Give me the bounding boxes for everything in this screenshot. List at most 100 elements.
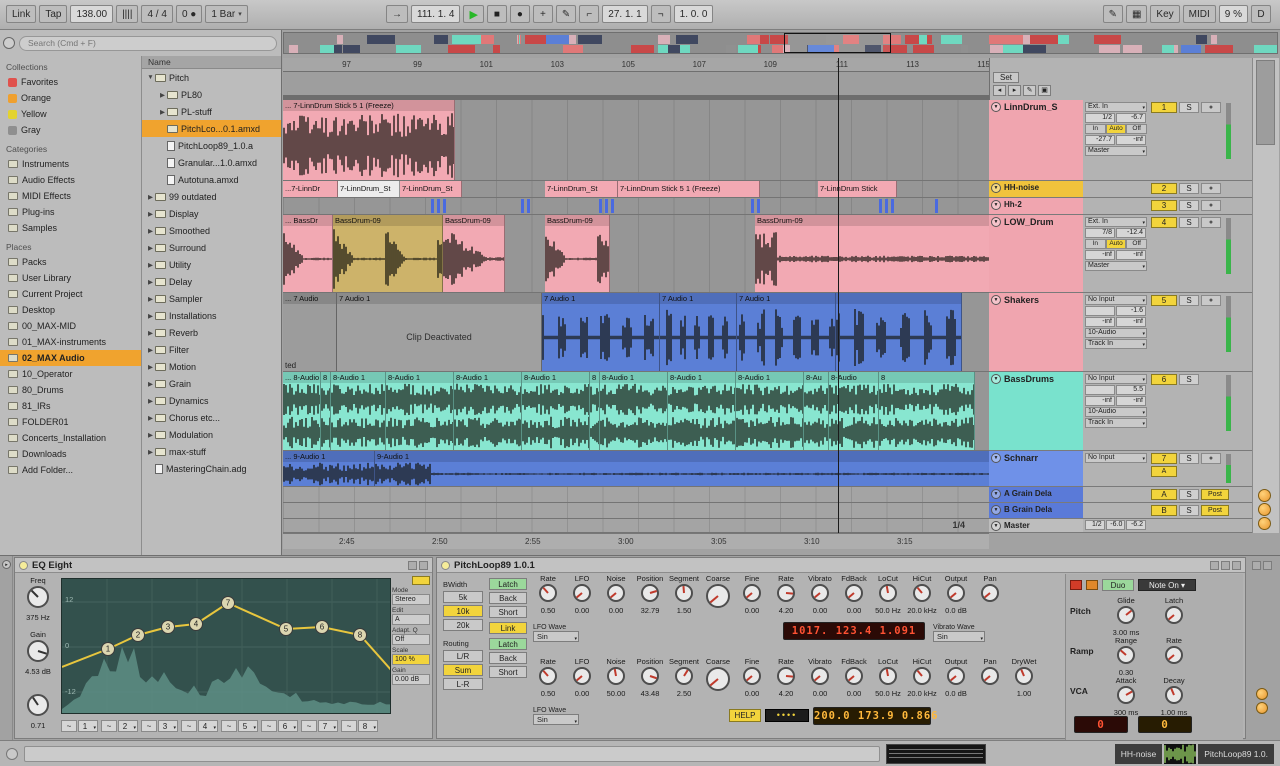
track-header-low-drum[interactable]: ▼ LOW_Drum Ext. In ▾ 7/8 -12.4 In Auto Off -inf -i…	[989, 215, 1252, 293]
link-button[interactable]: Link	[6, 5, 37, 23]
solo-button[interactable]: S	[1179, 217, 1199, 228]
arrangement-position-field[interactable]: 111. 1. 4	[411, 5, 461, 23]
knob-dial[interactable]	[641, 667, 659, 685]
knob-value[interactable]: 0.00	[735, 606, 769, 615]
track-header-a-grain-dela[interactable]: ▼ A Grain Dela A S Post	[989, 487, 1252, 503]
track-lane-linndrum-s[interactable]: ... 7-LinnDrum Stick 5 1 (Freeze)	[283, 100, 989, 181]
io-chooser-no-input[interactable]: No Input ▾	[1085, 453, 1147, 463]
knob-dial[interactable]	[811, 584, 829, 602]
value-a[interactable]	[1085, 385, 1115, 395]
sidebar-item-packs[interactable]: Packs	[0, 254, 141, 270]
tap-tempo-button[interactable]: Tap	[39, 5, 68, 23]
knob-dial[interactable]	[27, 586, 49, 608]
sidebar-item-add-folder[interactable]: Add Folder...	[0, 462, 141, 478]
clip[interactable]: 7 Audio 1	[542, 293, 660, 371]
eq-field-adapt-q[interactable]: Off	[392, 634, 430, 645]
button-l-r[interactable]: L-R	[443, 678, 483, 690]
knob-value[interactable]: 0.00	[565, 606, 599, 615]
unfold-arrow-icon[interactable]: ▼	[991, 217, 1001, 227]
clip[interactable]: 8	[321, 372, 331, 450]
track-name[interactable]: ▼ Shakers	[989, 293, 1083, 371]
overdub-button[interactable]: +	[532, 5, 553, 23]
track-number[interactable]: 1	[1151, 102, 1177, 113]
eq-field-edit[interactable]: A	[392, 614, 430, 625]
hot-swap-icon[interactable]	[408, 560, 417, 570]
knob-value[interactable]: 2.50	[667, 689, 701, 698]
crossfade-assign[interactable]: A	[1151, 466, 1177, 477]
eq-field-gain[interactable]: 0.00 dB	[392, 674, 430, 685]
band-number[interactable]: 1 ▾	[78, 720, 98, 732]
knob-dial[interactable]	[777, 584, 795, 602]
save-preset-icon[interactable]	[419, 560, 428, 570]
io-chooser-track-in[interactable]: Track In ▾	[1085, 418, 1147, 428]
sidebar-item-02-max-audio[interactable]: 02_MAX Audio	[0, 350, 141, 366]
clip[interactable]	[836, 293, 962, 371]
value-b[interactable]: 5.5	[1116, 385, 1146, 395]
value-b[interactable]: -1.6	[1116, 306, 1146, 316]
knob-dial[interactable]	[811, 667, 829, 685]
io-chooser-no-input[interactable]: No Input ▾	[1085, 374, 1147, 384]
button-sum[interactable]: Sum	[443, 664, 483, 676]
sidebar-item-samples[interactable]: Samples	[0, 220, 141, 236]
clip[interactable]: 8-Au	[804, 372, 829, 450]
unfold-arrow-icon[interactable]: ▼	[991, 521, 1001, 531]
track-header-hh-2[interactable]: ▼ Hh-2 3 S ●	[989, 198, 1252, 215]
tree-item-filter[interactable]: ▶ Filter	[142, 341, 281, 358]
monitor-in[interactable]: In	[1085, 239, 1106, 249]
tree-item-pl80[interactable]: ▶ PL80	[142, 86, 281, 103]
arm-button[interactable]: ●	[1201, 217, 1221, 228]
monitor-off[interactable]: Off	[1126, 124, 1148, 134]
clip[interactable]: 7-LinnDrum_St	[400, 181, 462, 197]
unfold-arrow-icon[interactable]: ▼	[991, 489, 1001, 499]
knob-value[interactable]: 50.0 Hz	[871, 606, 905, 615]
arrangement-overview[interactable]	[283, 32, 1278, 54]
eq-field-mode[interactable]: Stereo▾	[392, 594, 430, 605]
band-number[interactable]: 4 ▾	[198, 720, 218, 732]
stop-button[interactable]: ■	[486, 5, 507, 23]
side-toggle-button-1[interactable]	[1258, 489, 1271, 502]
unfold-arrow-icon[interactable]: ▼	[991, 200, 1001, 210]
punch-out-button[interactable]: ¬	[650, 5, 671, 23]
filter-shape-icon[interactable]: ~	[301, 720, 317, 732]
solo-button[interactable]: S	[1179, 505, 1199, 516]
monitor-off[interactable]: Off	[1126, 239, 1148, 249]
filter-shape-icon[interactable]: ~	[181, 720, 197, 732]
clip[interactable]: BassDrum-09	[443, 215, 505, 292]
track-lane-hh-noise[interactable]: ...7-LinnDr 7-LinnDrum_St 7-LinnDrum_St 7-L…	[283, 181, 989, 198]
loop-start-field[interactable]: 27. 1. 1	[602, 5, 648, 23]
knob-dial[interactable]	[539, 584, 557, 602]
unfold-arrow-icon[interactable]: ▼	[991, 505, 1001, 515]
note-on-selector[interactable]: Note On ▾	[1138, 578, 1196, 591]
clip[interactable]: BassDrum-09	[333, 215, 443, 292]
solo-button[interactable]: S	[1179, 453, 1199, 464]
knob-dial[interactable]	[879, 667, 897, 685]
master-quantize[interactable]: 1/4	[952, 520, 965, 530]
clip[interactable]: 7-LinnDrum_St	[545, 181, 618, 197]
io-chooser-10-audio[interactable]: 10-Audio ▾	[1085, 407, 1147, 417]
knob-dial[interactable]	[1165, 646, 1183, 664]
key-map-button[interactable]: Key	[1150, 5, 1180, 23]
unfold-arrow-icon[interactable]: ▼	[991, 374, 1001, 384]
solo-button[interactable]: S	[1179, 374, 1199, 385]
out-chooser[interactable]: 1/2	[1085, 520, 1105, 530]
loop-length-field[interactable]: 1. 0. 0	[673, 5, 714, 23]
icon-1[interactable]	[1252, 561, 1261, 570]
lfo-wave-value[interactable]: Sin ▾	[533, 631, 579, 642]
side-toggle-button-3[interactable]	[1258, 517, 1271, 530]
clip[interactable]: 9-Audio 1	[375, 451, 989, 486]
side-toggle-button-4[interactable]	[1256, 688, 1268, 700]
clip[interactable]: 7-LinnDrum Stick	[818, 181, 897, 197]
lfo-wave-value-2[interactable]: Sin ▾	[533, 714, 579, 725]
sidebar-item-01-max-instruments[interactable]: 01_MAX-instruments	[0, 334, 141, 350]
value-a[interactable]: 1/2	[1085, 113, 1115, 123]
value-b[interactable]: -inf	[1116, 250, 1146, 260]
knob-dial[interactable]	[743, 667, 761, 685]
filter-shape-icon[interactable]: ~	[101, 720, 117, 732]
clip[interactable]: ... 7 Audio ted	[283, 293, 337, 371]
knob-dial[interactable]	[675, 584, 693, 602]
button-back[interactable]: Back	[489, 592, 527, 604]
track-header-linndrum-s[interactable]: ▼ LinnDrum_S Ext. In ▾ 1/2 -6.7 In Auto Off -27.7…	[989, 100, 1252, 181]
value-a[interactable]: -6.0	[1105, 520, 1126, 530]
unfold-device-icon[interactable]: ▸	[2, 560, 11, 569]
track-name[interactable]: ▼ LOW_Drum	[989, 215, 1083, 292]
